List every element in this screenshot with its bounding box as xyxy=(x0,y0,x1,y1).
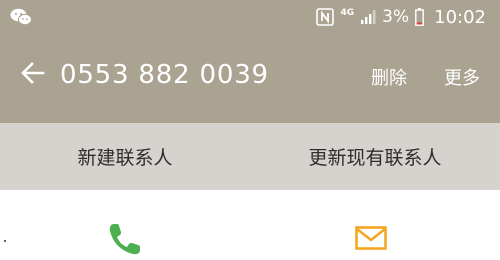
arrow-left-icon[interactable] xyxy=(20,60,46,86)
phone-icon[interactable] xyxy=(104,220,144,260)
clock: 10:02 xyxy=(434,6,486,28)
contact-action-bar: 新建联系人 更新现有联系人 xyxy=(0,123,500,190)
update-contact-button[interactable]: 更新现有联系人 xyxy=(250,123,500,190)
nfc-icon xyxy=(316,8,335,26)
divider-dot xyxy=(4,240,6,242)
wechat-icon xyxy=(10,8,32,26)
battery-percent: 3% xyxy=(382,7,410,27)
phone-number-title: 0553 882 0039 xyxy=(60,60,269,90)
app-bar: 0553 882 0039 删除 更多 xyxy=(0,34,500,123)
delete-button[interactable]: 删除 xyxy=(371,64,407,90)
battery-icon xyxy=(415,8,425,26)
new-contact-button[interactable]: 新建联系人 xyxy=(0,123,250,190)
more-button[interactable]: 更多 xyxy=(444,64,480,90)
signal-icon xyxy=(361,10,376,24)
status-bar: 4G 3% 10:02 xyxy=(0,0,500,34)
network-type-label: 4G xyxy=(340,7,355,18)
mail-icon[interactable] xyxy=(355,226,387,250)
contact-content xyxy=(0,190,500,255)
